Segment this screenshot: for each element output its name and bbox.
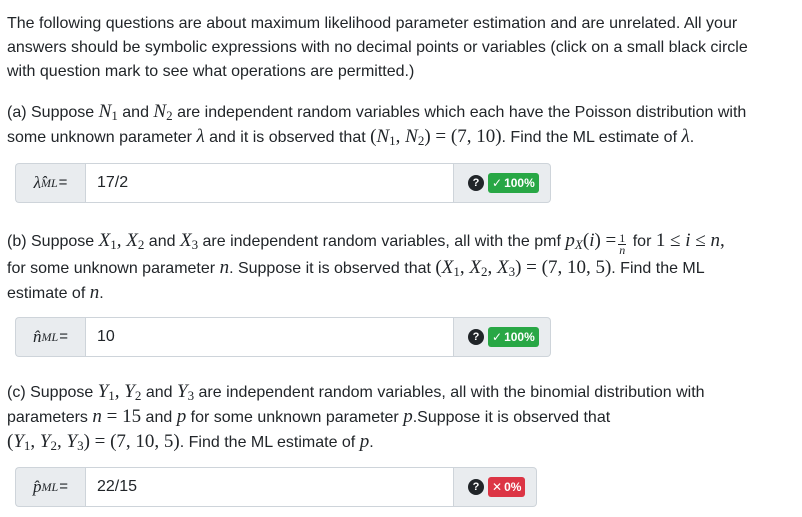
grade-badge: ✓ 100% — [488, 327, 539, 347]
var-n: n — [219, 257, 230, 278]
part-c-answer-row: p̂ ML = 22/15 ? ✕ 0% — [15, 467, 538, 507]
check-icon: ✓ — [492, 176, 503, 190]
var-lambda: λ — [681, 126, 690, 147]
var-p: p — [403, 406, 413, 427]
part-a-line-2: some unknown parameter λ and it is obser… — [7, 126, 695, 148]
grade-badge: ✓ 100% — [488, 173, 539, 193]
part-a-status: ? ✓ 100% — [454, 163, 551, 203]
part-c-answer-input[interactable]: 22/15 — [85, 467, 454, 507]
check-icon: ✓ — [492, 330, 503, 344]
var-lambda: λ — [196, 126, 205, 147]
param-n-value: n = 15 — [92, 406, 142, 427]
part-a-answer-label: λ̂ ML = — [15, 163, 85, 203]
part-b-line-1: (b) Suppose X1, X2 and X3 are independen… — [7, 230, 725, 257]
x-icon: ✕ — [492, 480, 503, 494]
intro-line: The following questions are about maximu… — [7, 15, 738, 32]
grade-badge: ✕ 0% — [488, 477, 526, 497]
help-icon[interactable]: ? — [468, 479, 484, 495]
var-n2: N2 — [153, 101, 173, 123]
intro-paragraph: The following questions are about maximu… — [7, 12, 797, 84]
part-b-line-3: estimate of n. — [7, 282, 104, 303]
part-a-answer-input[interactable]: 17/2 — [85, 163, 454, 203]
part-b-line-2: for some unknown parameter n. Suppose it… — [7, 257, 705, 279]
part-a-question: (a) Suppose N1 and N2 are independent ra… — [7, 100, 797, 150]
part-b-question: (b) Suppose X1, X2 and X3 are independen… — [7, 229, 797, 306]
part-c-line-2: parameters n = 15 and p for some unknown… — [7, 406, 611, 427]
var-y1: Y1, Y2 — [97, 381, 142, 403]
part-c-question: (c) Suppose Y1, Y2 and Y3 are independen… — [7, 380, 797, 455]
help-icon[interactable]: ? — [468, 329, 484, 345]
part-c-line-1: (c) Suppose Y1, Y2 and Y3 are independen… — [7, 381, 705, 403]
part-b-answer-input[interactable]: 10 — [85, 317, 454, 357]
part-c-observed: (Y1, Y2, Y3) = (7, 10, 5) — [7, 431, 180, 453]
var-n1: N1 — [98, 101, 118, 123]
pmf-range: 1 ≤ i ≤ n, — [655, 230, 725, 251]
intro-line: answers should be symbolic expressions w… — [7, 39, 748, 56]
part-b-answer-row: n̂ ML = 10 ? ✓ 100% — [15, 317, 551, 357]
part-c-line-3: (Y1, Y2, Y3) = (7, 10, 5). Find the ML e… — [7, 431, 374, 453]
part-b-status: ? ✓ 100% — [454, 317, 551, 357]
part-b-observed: (X1, X2, X3) = (7, 10, 5) — [435, 257, 612, 279]
var-p: p — [176, 406, 187, 427]
part-b-answer-label: n̂ ML = — [15, 317, 85, 357]
var-p: p — [359, 431, 370, 452]
part-c-answer-label: p̂ ML = — [15, 467, 85, 507]
var-x1: X1, X2 — [98, 230, 145, 252]
var-y3: Y3 — [176, 381, 195, 403]
pmf-fraction: 1n — [618, 231, 627, 257]
part-a-observed: (N1, N2) = (7, 10) — [370, 126, 502, 148]
var-x3: X3 — [179, 230, 199, 252]
help-icon[interactable]: ? — [468, 175, 484, 191]
intro-line: with question mark to see what operation… — [7, 63, 415, 80]
part-a-line-1: (a) Suppose N1 and N2 are independent ra… — [7, 101, 747, 123]
pmf-expression: pX(i) = — [565, 230, 617, 252]
part-a-answer-row: λ̂ ML = 17/2 ? ✓ 100% — [15, 163, 551, 203]
part-c-status: ? ✕ 0% — [454, 467, 538, 507]
var-n: n — [89, 282, 100, 303]
